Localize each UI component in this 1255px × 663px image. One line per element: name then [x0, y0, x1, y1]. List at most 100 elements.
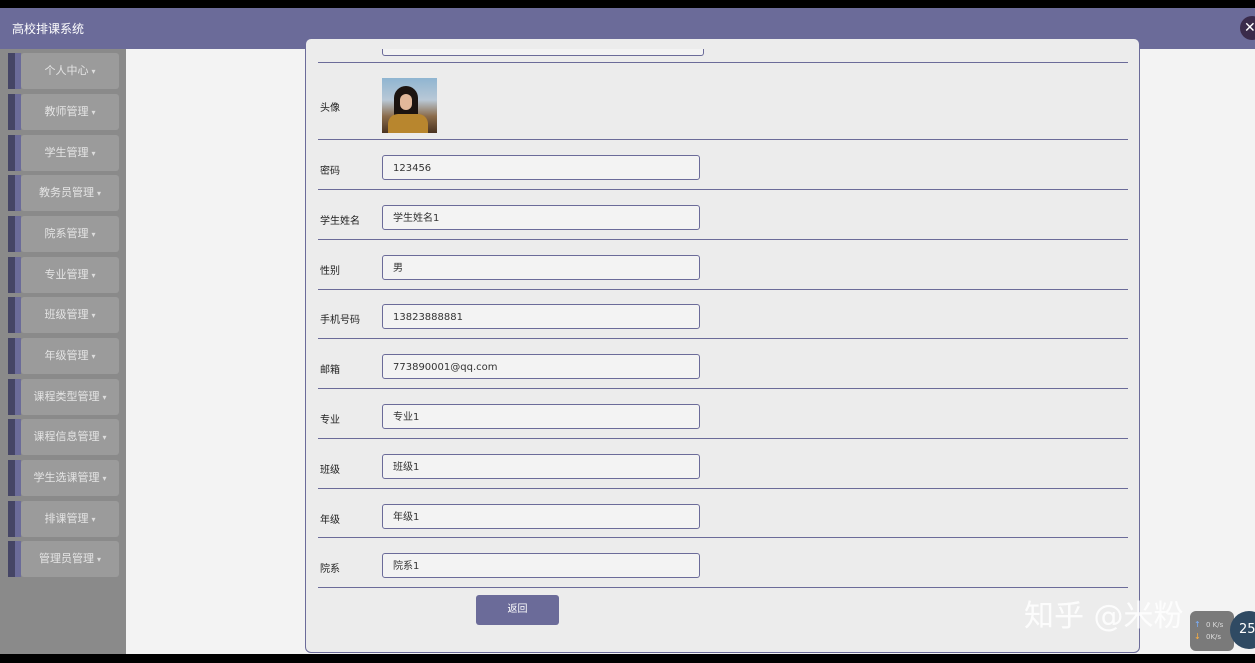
sidebar-item-label: 院系管理: [44, 227, 89, 240]
sidebar-item-label: 学生管理: [44, 146, 89, 159]
row-divider: [318, 62, 1128, 63]
sidebar-item-button[interactable]: 教务员管理 ▾: [21, 175, 119, 211]
sidebar-item-label: 教师管理: [44, 105, 89, 118]
password-field[interactable]: 123456: [382, 155, 700, 180]
network-speed-widget: ↑ 0 K/s ↓ 0K/s: [1190, 611, 1234, 651]
sidebar-item-major-management[interactable]: 专业管理 ▾: [8, 257, 119, 293]
sidebar-item-grade-management[interactable]: 年级管理 ▾: [8, 338, 119, 374]
chevron-down-icon: ▾: [91, 149, 96, 158]
chevron-down-icon: ▾: [102, 433, 107, 442]
student-name-label: 学生姓名: [320, 216, 360, 227]
row-divider: [318, 537, 1128, 538]
chevron-down-icon: ▾: [91, 311, 96, 320]
major-label: 专业: [320, 415, 340, 426]
sidebar-item-marker: [8, 379, 15, 415]
watermark: 知乎 @米粉: [1024, 599, 1184, 634]
student-name-field[interactable]: 学生姓名1: [382, 205, 700, 230]
sidebar-item-button[interactable]: 班级管理 ▾: [21, 297, 119, 333]
sidebar-item-button[interactable]: 排课管理 ▾: [21, 501, 119, 537]
chevron-down-icon: ▾: [91, 515, 96, 524]
sidebar-item-button[interactable]: 学生管理 ▾: [21, 135, 119, 171]
department-label: 院系: [320, 564, 340, 575]
arrow-up-icon: ↑: [1194, 620, 1201, 629]
sidebar-item-marker: [8, 297, 15, 333]
chevron-down-icon: ▾: [102, 393, 107, 402]
sidebar-item-label: 课程类型管理: [33, 390, 100, 403]
sidebar-item-label: 排课管理: [44, 512, 89, 525]
close-icon[interactable]: ✕: [1240, 16, 1255, 40]
sidebar-item-button[interactable]: 年级管理 ▾: [21, 338, 119, 374]
sidebar-item-button[interactable]: 学生选课管理 ▾: [21, 460, 119, 496]
sidebar-item-marker: [8, 216, 15, 252]
sidebar-item-scheduling-management[interactable]: 排课管理 ▾: [8, 501, 119, 537]
sidebar-item-teacher-management[interactable]: 教师管理 ▾: [8, 94, 119, 130]
chevron-down-icon: ▾: [96, 555, 101, 564]
sidebar-item-course-info-management[interactable]: 课程信息管理 ▾: [8, 419, 119, 455]
chevron-down-icon: ▾: [96, 189, 101, 198]
sidebar-item-button[interactable]: 个人中心 ▾: [21, 53, 119, 89]
gender-field[interactable]: 男: [382, 255, 700, 280]
chevron-down-icon: ▾: [91, 108, 96, 117]
email-field[interactable]: 773890001@qq.com: [382, 354, 700, 379]
sidebar-item-button[interactable]: 管理员管理 ▾: [21, 541, 119, 577]
row-divider: [318, 488, 1128, 489]
row-divider: [318, 189, 1128, 190]
class-label: 班级: [320, 465, 340, 476]
avatar: [382, 78, 437, 133]
row-divider: [318, 587, 1128, 588]
app-title: 高校排课系统: [12, 22, 85, 36]
sidebar-item-course-selection-management[interactable]: 学生选课管理 ▾: [8, 460, 119, 496]
sidebar-item-marker: [8, 419, 15, 455]
sidebar-item-academic-staff-management[interactable]: 教务员管理 ▾: [8, 175, 119, 211]
sidebar-item-marker: [8, 257, 15, 293]
sidebar-item-label: 班级管理: [44, 308, 89, 321]
row-divider: [318, 388, 1128, 389]
sidebar-item-course-type-management[interactable]: 课程类型管理 ▾: [8, 379, 119, 415]
row-divider: [318, 289, 1128, 290]
sidebar-item-class-management[interactable]: 班级管理 ▾: [8, 297, 119, 333]
app-window: 高校排课系统 ✕ 个人中心 ▾ 教师管理 ▾ 学生管理 ▾ 教务员管理 ▾ 院系管理 ▾: [0, 8, 1255, 654]
sidebar-item-admin-management[interactable]: 管理员管理 ▾: [8, 541, 119, 577]
phone-field[interactable]: 13823888881: [382, 304, 700, 329]
sidebar-item-label: 专业管理: [44, 268, 89, 281]
chevron-down-icon: ▾: [102, 474, 107, 483]
class-field[interactable]: 班级1: [382, 454, 700, 479]
chevron-down-icon: ▾: [91, 230, 96, 239]
arrow-down-icon: ↓: [1194, 632, 1201, 641]
sidebar-item-marker: [8, 460, 15, 496]
sidebar-item-button[interactable]: 院系管理 ▾: [21, 216, 119, 252]
sidebar-item-button[interactable]: 课程类型管理 ▾: [21, 379, 119, 415]
sidebar-item-marker: [8, 175, 15, 211]
net-download-speed: 0K/s: [1206, 633, 1222, 641]
sidebar-item-label: 课程信息管理: [33, 430, 100, 443]
sidebar-item-label: 个人中心: [44, 64, 89, 77]
sidebar-item-marker: [8, 53, 15, 89]
sidebar-item-personal-center[interactable]: 个人中心 ▾: [8, 53, 119, 89]
sidebar-item-label: 管理员管理: [38, 552, 94, 565]
sidebar-item-marker: [8, 501, 15, 537]
return-button[interactable]: 返回: [476, 595, 559, 625]
phone-label: 手机号码: [320, 315, 360, 326]
grade-label: 年级: [320, 515, 340, 526]
sidebar: 个人中心 ▾ 教师管理 ▾ 学生管理 ▾ 教务员管理 ▾ 院系管理 ▾ 专业管理 ▾: [0, 49, 126, 654]
chevron-down-icon: ▾: [91, 67, 96, 76]
account-field[interactable]: [382, 49, 704, 56]
sidebar-item-department-management[interactable]: 院系管理 ▾: [8, 216, 119, 252]
chevron-down-icon: ▾: [91, 352, 96, 361]
sidebar-item-label: 年级管理: [44, 349, 89, 362]
major-field[interactable]: 专业1: [382, 404, 700, 429]
department-field[interactable]: 院系1: [382, 553, 700, 578]
avatar-photo-part: [400, 94, 412, 110]
avatar-label: 头像: [320, 103, 340, 114]
sidebar-item-marker: [8, 541, 15, 577]
sidebar-item-button[interactable]: 专业管理 ▾: [21, 257, 119, 293]
grade-field[interactable]: 年级1: [382, 504, 700, 529]
gender-label: 性别: [320, 266, 340, 277]
sidebar-item-button[interactable]: 课程信息管理 ▾: [21, 419, 119, 455]
sidebar-item-student-management[interactable]: 学生管理 ▾: [8, 135, 119, 171]
sidebar-item-button[interactable]: 教师管理 ▾: [21, 94, 119, 130]
avatar-photo-part: [388, 114, 428, 133]
email-label: 邮箱: [320, 365, 340, 376]
net-upload-speed: 0 K/s: [1206, 621, 1224, 629]
sidebar-item-label: 学生选课管理: [33, 471, 100, 484]
